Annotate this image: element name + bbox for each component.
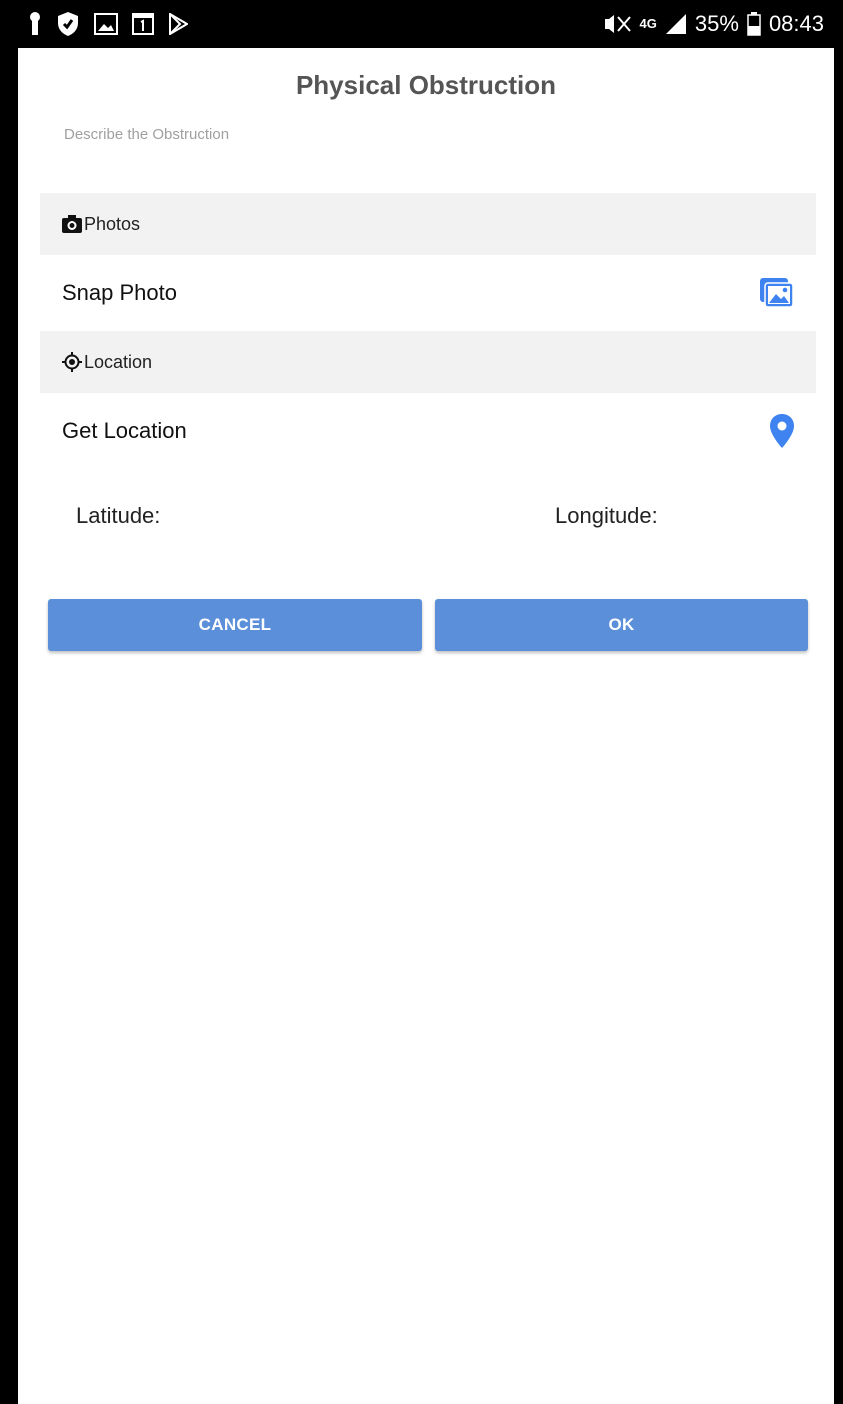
- location-header-label: Location: [84, 351, 153, 372]
- calendar-icon: [132, 13, 154, 35]
- keyhole-icon: [28, 11, 42, 37]
- shield-icon: [56, 11, 80, 37]
- longitude-label: Longitude:: [555, 503, 658, 528]
- clock: 08:43: [768, 11, 824, 36]
- get-location-button[interactable]: Get Location: [40, 394, 816, 468]
- dialog-title: Physical Obstruction: [295, 70, 557, 100]
- photos-section-header: Photos: [40, 193, 816, 255]
- photos-header-label: Photos: [84, 213, 141, 234]
- play-store-icon: [168, 13, 188, 35]
- gallery-icon[interactable]: [760, 278, 794, 308]
- location-section-header: Location: [40, 331, 816, 393]
- battery-percent: 35%: [694, 11, 739, 36]
- mute-icon: [602, 13, 632, 35]
- network-type: 4G: [639, 16, 657, 31]
- status-bar-right: 4G 35% 08:43: [602, 0, 824, 48]
- battery-icon: [747, 12, 761, 36]
- image-icon: [94, 13, 118, 35]
- map-pin-icon[interactable]: [770, 414, 794, 448]
- ok-button[interactable]: OK: [435, 599, 808, 651]
- camera-icon: [62, 215, 82, 233]
- snap-photo-button[interactable]: Snap Photo: [40, 256, 816, 330]
- get-location-label: Get Location: [62, 418, 187, 443]
- gps-target-icon: [62, 352, 82, 372]
- status-bar-left: [28, 0, 188, 48]
- latitude-label: Latitude:: [76, 503, 161, 528]
- signal-icon: [665, 13, 687, 35]
- screen: 4G 35% 08:43 Physical Obstruction Photos…: [18, 0, 834, 1404]
- snap-photo-label: Snap Photo: [62, 280, 177, 305]
- status-bar: 4G 35% 08:43: [18, 0, 834, 48]
- cancel-button[interactable]: CANCEL: [48, 599, 422, 651]
- description-input[interactable]: [62, 120, 766, 148]
